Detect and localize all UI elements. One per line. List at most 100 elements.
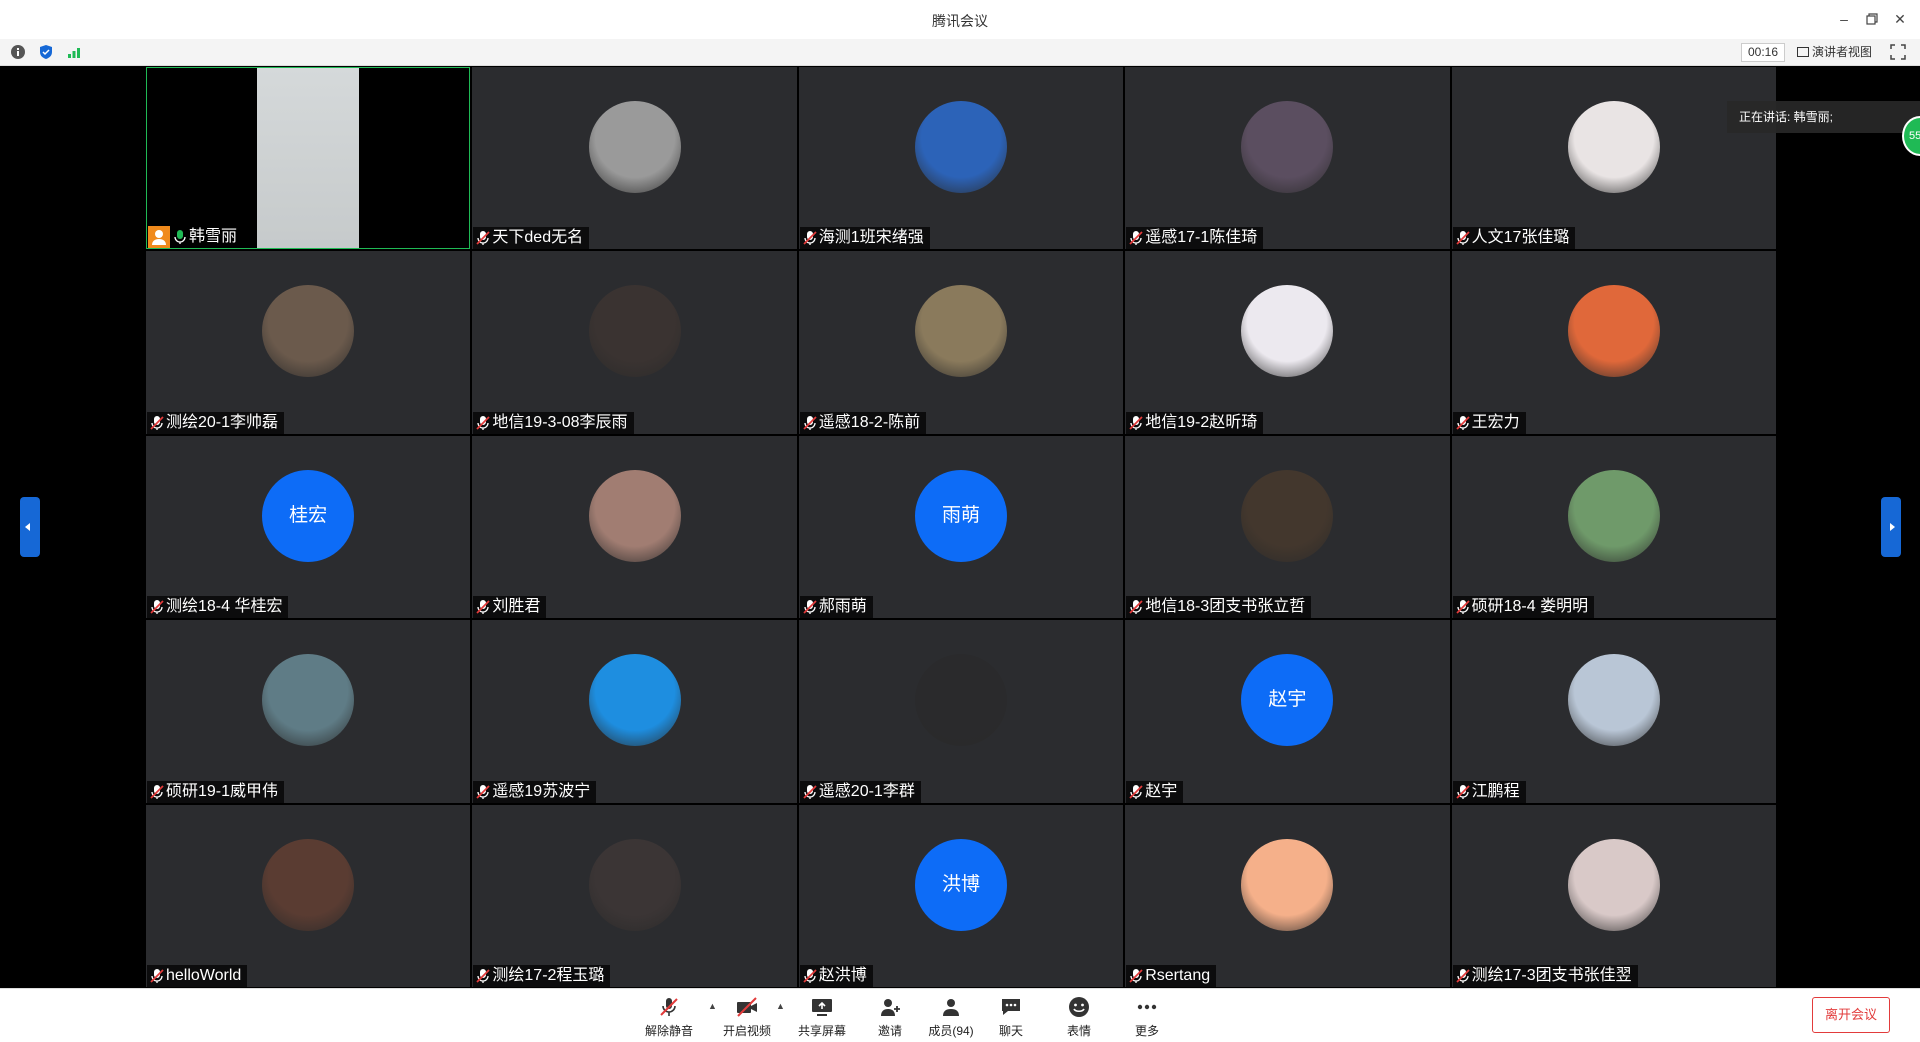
participant-tile[interactable]: 天下ded无名 [472,67,797,250]
meeting-info-bar: 00:16 演讲者视图 [0,39,1920,66]
bottom-toolbar: 解除静音 ▲ 开启视频 ▲ 共享屏幕 邀请 成员(94) 聊天 表情 更多 离开… [0,988,1920,1042]
participant-tile[interactable]: 赵宇 赵宇 [1125,620,1450,803]
meeting-timer: 00:16 [1740,43,1785,62]
mic-muted-icon [1455,230,1470,246]
invite-button[interactable]: 邀请 [860,995,920,1039]
next-page-button[interactable] [1881,497,1901,557]
prev-page-button[interactable] [20,497,40,557]
emoji-icon [1069,997,1089,1017]
members-button[interactable]: 成员(94) [921,995,981,1039]
participant-tile[interactable]: Rsertang [1125,804,1450,987]
members-icon [943,999,959,1016]
invite-label: 邀请 [877,1024,902,1038]
avatar [1567,101,1660,193]
participant-tile[interactable]: 韩雪丽 [146,67,471,250]
chat-icon [1002,999,1020,1015]
video-options-caret[interactable]: ▲ [776,1001,785,1011]
mic-muted-icon [1129,968,1143,984]
participant-name: 江鹏程 [1471,782,1520,800]
video-grid: 韩雪丽 天下ded无名 海测1班宋绪强 遥感17-1陈佳琦 人文17张佳璐测绘20-1李… [146,67,1776,987]
participant-tile[interactable]: 洪博 赵洪博 [798,804,1124,987]
participant-tile[interactable]: 海测1班宋绪强 [798,67,1124,250]
participant-tile[interactable]: 遥感19苏波宁 [472,620,797,803]
security-shield-icon[interactable] [38,44,54,60]
participant-tile[interactable]: 王宏力 [1451,251,1776,434]
avatar [588,285,681,378]
participant-tile[interactable]: 地信19-3-08李辰雨 [472,251,797,434]
participant-name-bar: 遥感19苏波宁 [473,780,597,803]
share-screen-label: 共享屏幕 [797,1024,846,1038]
participant-tile[interactable]: 刘胜君 [472,435,797,619]
participant-name: helloWorld [166,966,242,984]
share-screen-button[interactable]: 共享屏幕 [792,995,852,1039]
participant-tile[interactable]: 遥感20-1李群 [798,620,1124,803]
participant-tile[interactable]: 地信19-2赵昕琦 [1125,251,1450,434]
more-label: 更多 [1134,1024,1159,1038]
participant-tile[interactable]: 雨萌 郝雨萌 [798,435,1124,619]
participant-tile[interactable]: 测绘20-1李帅磊 [146,251,471,434]
signal-strength-icon[interactable] [66,44,82,60]
participant-tile[interactable]: helloWorld [146,804,471,987]
participant-tile[interactable]: 硕研18-4 娄明明 [1451,435,1776,619]
participant-name: 地信18-3团支书张立哲 [1145,598,1306,616]
avatar: 桂宏 [262,469,355,562]
participant-name-bar: 测绘18-4 华桂宏 [147,596,289,619]
mic-muted-icon [1129,415,1143,431]
participant-tile[interactable]: 测绘17-3团支书张佳翌 [1451,804,1776,987]
participant-name: 地信19-3-08李辰雨 [492,413,628,431]
participant-name-bar: 王宏力 [1452,411,1526,434]
mic-muted-icon [476,968,491,984]
participant-tile[interactable]: 江鹏程 [1451,620,1776,803]
avatar [914,101,1007,193]
audio-options-caret[interactable]: ▲ [708,1001,717,1011]
participant-tile[interactable]: 桂宏测绘18-4 华桂宏 [146,435,471,619]
participant-name: 遥感19苏波宁 [492,782,591,800]
participant-tile[interactable]: 遥感17-1陈佳琦 [1125,67,1450,250]
avatar [1241,285,1334,378]
participant-name-bar: 地信19-2赵昕琦 [1126,411,1264,434]
avatar [914,285,1007,378]
participant-tile[interactable]: 人文17张佳璐 [1451,67,1776,250]
avatar [1567,838,1660,931]
mic-muted-icon [476,599,491,615]
start-video-button[interactable]: 开启视频 [717,995,777,1039]
reactions-button[interactable]: 表情 [1049,995,1109,1039]
chat-button[interactable]: 聊天 [981,995,1041,1039]
info-icon[interactable] [10,44,26,60]
participant-tile[interactable]: 地信18-3团支书张立哲 [1125,435,1450,619]
window-title: 腾讯会议 [932,13,988,29]
mic-muted-icon [150,415,164,431]
avatar [588,838,681,931]
avatar [1241,838,1334,931]
mic-muted-icon [476,230,491,246]
restore-icon[interactable] [1861,8,1883,30]
participant-name-bar: 测绘20-1李帅磊 [147,411,285,434]
leave-meeting-button[interactable]: 离开会议 [1812,997,1890,1033]
avatar [588,101,681,193]
participant-name-bar: 硕研19-1威甲伟 [147,780,285,803]
mic-muted-icon [803,415,817,431]
speaker-view-label: 演讲者视图 [1811,45,1872,59]
mic-muted-icon [150,968,164,984]
participant-name-bar: 地信18-3团支书张立哲 [1126,596,1312,619]
participant-tile[interactable]: 测绘17-2程玉璐 [472,804,797,987]
unmute-button[interactable]: 解除静音 [639,995,699,1039]
participant-tile[interactable]: 遥感18-2-陈前 [798,251,1124,434]
speaker-view-button[interactable]: 演讲者视图 [1796,44,1872,61]
unmute-label: 解除静音 [644,1024,693,1038]
mic-muted-icon [1455,415,1470,431]
minimize-icon[interactable]: – [1833,8,1855,30]
mic-muted-icon [1129,230,1143,246]
fullscreen-icon[interactable] [1890,44,1906,60]
close-icon[interactable]: ✕ [1889,8,1911,30]
participant-name: 测绘18-4 华桂宏 [166,598,283,616]
mic-muted-icon [1455,968,1470,984]
chat-label: 聊天 [998,1024,1023,1038]
participant-tile[interactable]: 硕研19-1威甲伟 [146,620,471,803]
avatar [1567,654,1660,747]
mic-muted-icon [803,230,817,246]
participant-name: 遥感17-1陈佳琦 [1145,229,1258,247]
more-button[interactable]: 更多 [1117,995,1177,1039]
mic-muted-icon [1455,599,1470,615]
video-feed [147,68,470,249]
